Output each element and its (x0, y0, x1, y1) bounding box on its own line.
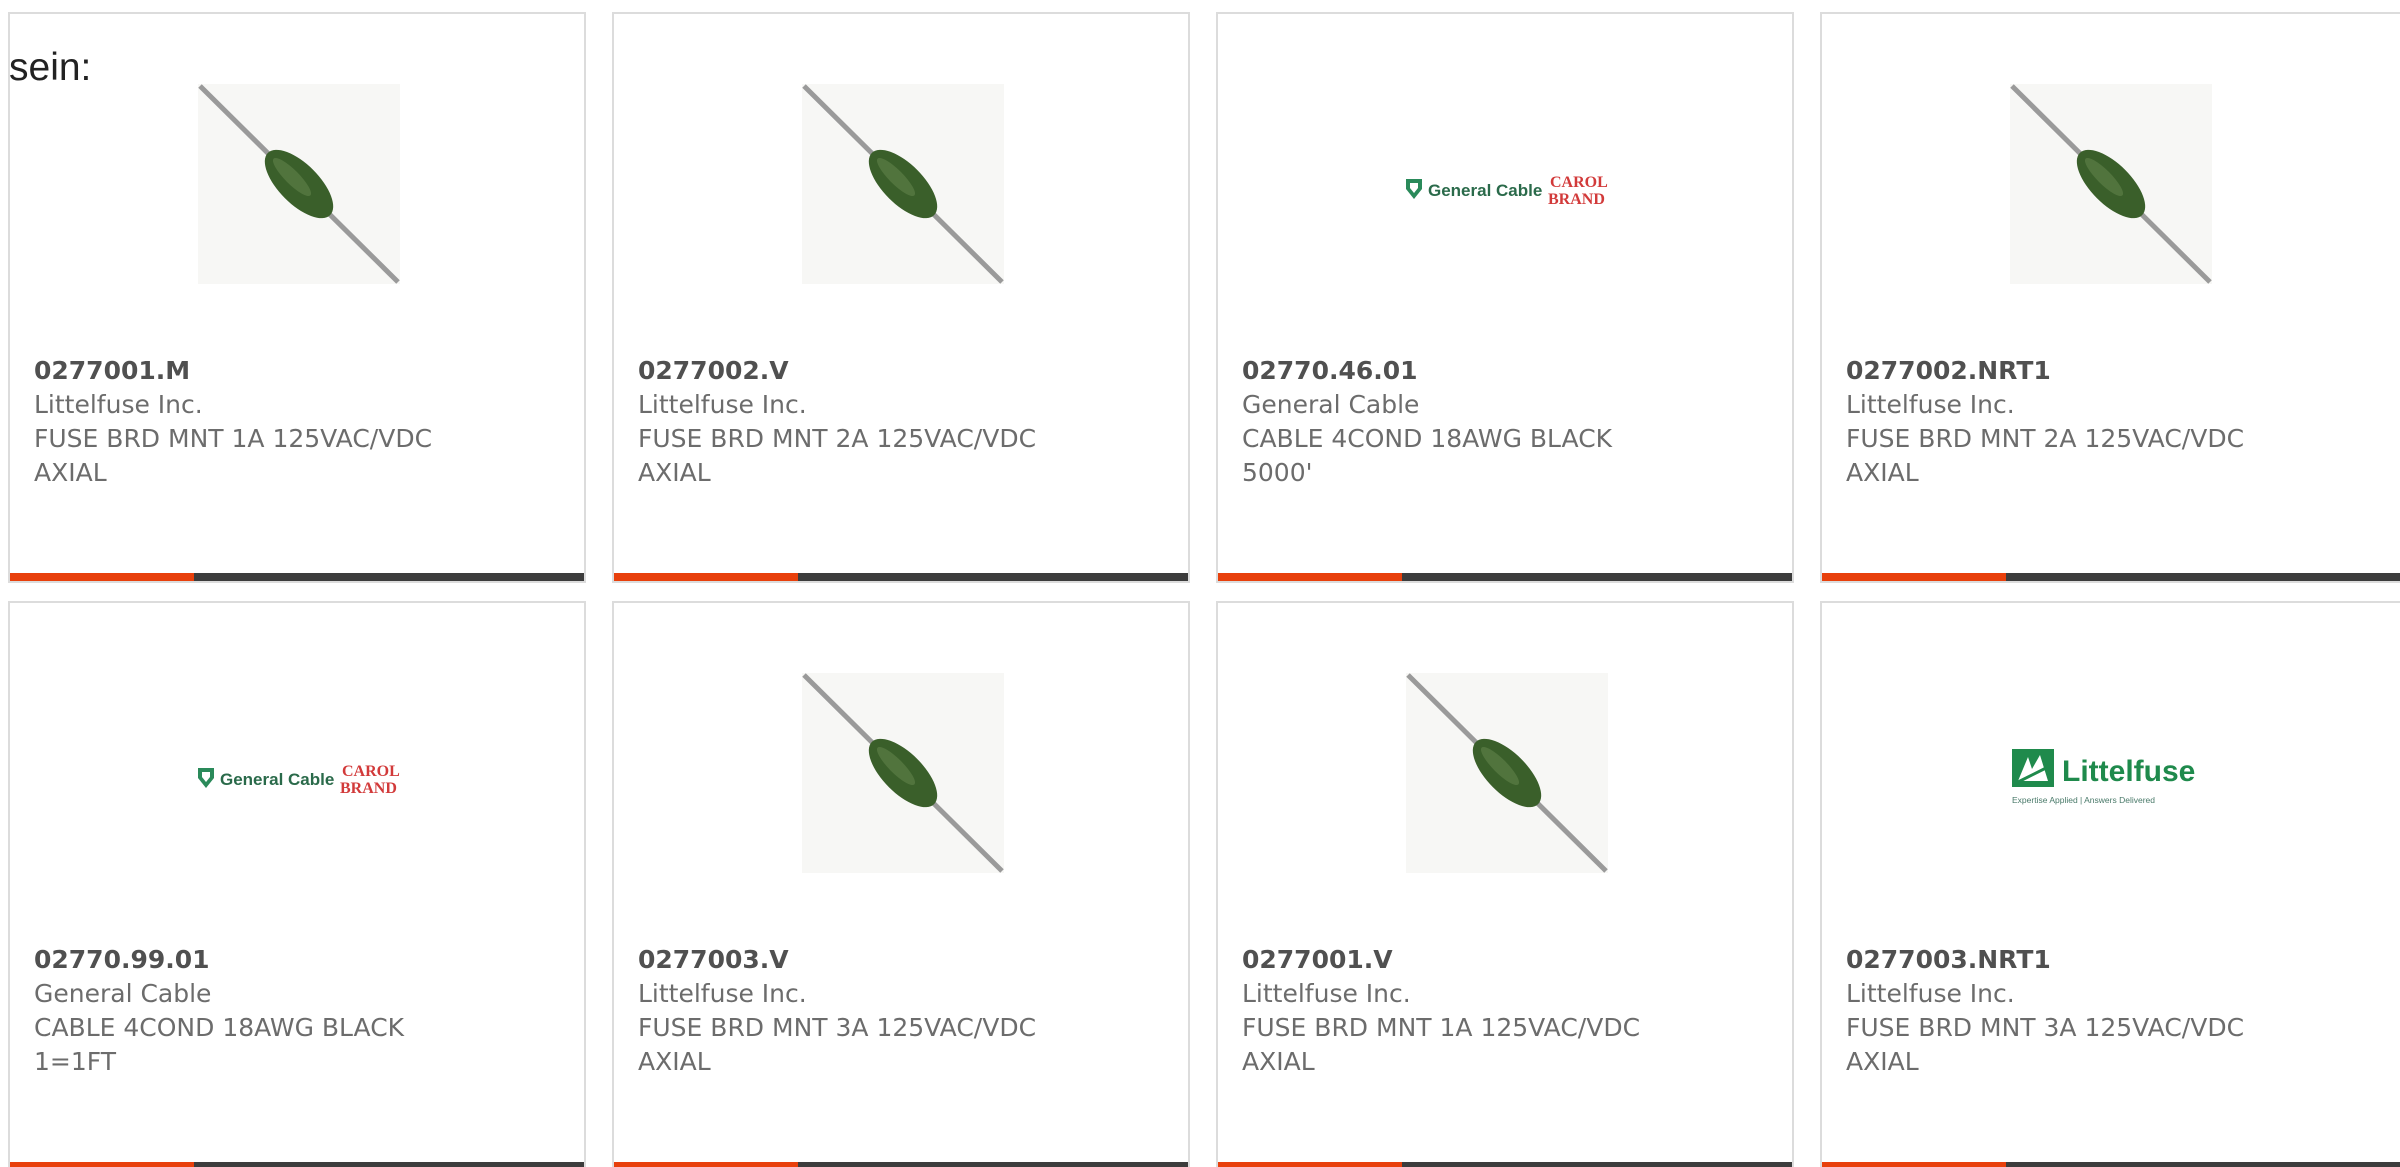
product-card[interactable]: General Cable CAROL BRAND 02770.46.01 Ge… (1216, 12, 1794, 583)
general-cable-logo-text: General Cable (1428, 181, 1542, 200)
product-card[interactable]: 0277002.V Littelfuse Inc. FUSE BRD MNT 2… (612, 12, 1190, 583)
card-bottom-bar (1822, 1162, 2400, 1167)
description: FUSE BRD MNT 2A 125VAC/VDC AXIAL (1846, 424, 2245, 487)
product-card[interactable]: 0277001.V Littelfuse Inc. FUSE BRD MNT 1… (1216, 601, 1794, 1167)
product-grid-page: sein: 0277001.M Littelfuse Inc. FUSE BRD… (0, 0, 2400, 1167)
littelfuse-logo-icon: Littelfuse Expertise Applied | Answers D… (2012, 749, 2195, 805)
general-cable-logo-icon: General Cable CAROL BRAND (198, 763, 400, 797)
card-bottom-bar (1218, 1162, 1792, 1167)
card-bottom-bar (614, 573, 1188, 581)
manufacturer: General Cable (1242, 390, 1420, 419)
carol-logo-text: CAROL (342, 763, 400, 780)
part-number[interactable]: 0277002.NRT1 (1846, 354, 2376, 388)
product-grid: 0277001.M Littelfuse Inc. FUSE BRD MNT 1… (0, 0, 2400, 1167)
manufacturer: Littelfuse Inc. (1846, 390, 2015, 419)
littelfuse-logo-text: Littelfuse (2062, 755, 2195, 788)
part-number[interactable]: 02770.46.01 (1242, 354, 1768, 388)
description: FUSE BRD MNT 2A 125VAC/VDC AXIAL (638, 424, 1037, 487)
general-cable-logo-text: General Cable (220, 770, 334, 789)
card-bottom-bar (1218, 573, 1792, 581)
description: FUSE BRD MNT 3A 125VAC/VDC AXIAL (1846, 1013, 2245, 1076)
product-card[interactable]: Littelfuse Expertise Applied | Answers D… (1820, 601, 2400, 1167)
part-number[interactable]: 0277001.V (1242, 943, 1768, 977)
description: CABLE 4COND 18AWG BLACK 1=1FT (34, 1013, 405, 1076)
manufacturer: Littelfuse Inc. (34, 390, 203, 419)
manufacturer: Littelfuse Inc. (638, 979, 807, 1008)
product-image[interactable] (10, 84, 584, 284)
card-bottom-bar (1822, 573, 2400, 581)
product-card[interactable]: 0277002.NRT1 Littelfuse Inc. FUSE BRD MN… (1820, 12, 2400, 583)
manufacturer: Littelfuse Inc. (638, 390, 807, 419)
card-accent-bar (10, 1162, 194, 1167)
littelfuse-tagline: Expertise Applied | Answers Delivered (2012, 795, 2155, 805)
description: FUSE BRD MNT 1A 125VAC/VDC AXIAL (34, 424, 433, 487)
fuse-icon (2010, 84, 2212, 284)
manufacturer: Littelfuse Inc. (1242, 979, 1411, 1008)
card-bottom-bar (10, 1162, 584, 1167)
brand-logo-text: BRAND (340, 780, 397, 797)
carol-logo-text: CAROL (1550, 174, 1608, 191)
card-accent-bar (10, 573, 194, 581)
product-card[interactable]: 0277001.M Littelfuse Inc. FUSE BRD MNT 1… (8, 12, 586, 583)
product-image[interactable]: General Cable CAROL BRAND (10, 673, 584, 873)
product-card[interactable]: General Cable CAROL BRAND 02770.99.01 Ge… (8, 601, 586, 1167)
card-accent-bar (614, 1162, 798, 1167)
product-image[interactable] (1822, 84, 2400, 284)
card-bottom-bar (614, 1162, 1188, 1167)
product-image[interactable] (614, 673, 1188, 873)
part-number[interactable]: 0277001.M (34, 354, 560, 388)
product-image[interactable]: Littelfuse Expertise Applied | Answers D… (1822, 673, 2400, 873)
manufacturer: Littelfuse Inc. (1846, 979, 2015, 1008)
general-cable-logo-icon: General Cable CAROL BRAND (1406, 174, 1608, 208)
product-image[interactable]: General Cable CAROL BRAND (1218, 84, 1792, 284)
card-accent-bar (614, 573, 798, 581)
product-image[interactable] (614, 84, 1188, 284)
product-image[interactable] (1218, 673, 1792, 873)
card-accent-bar (1218, 1162, 1402, 1167)
part-number[interactable]: 0277002.V (638, 354, 1164, 388)
card-accent-bar (1822, 1162, 2006, 1167)
description: CABLE 4COND 18AWG BLACK 5000' (1242, 424, 1613, 487)
fuse-icon (198, 84, 400, 284)
part-number[interactable]: 0277003.NRT1 (1846, 943, 2376, 977)
fuse-icon (1406, 673, 1608, 873)
description: FUSE BRD MNT 1A 125VAC/VDC AXIAL (1242, 1013, 1641, 1076)
part-number[interactable]: 0277003.V (638, 943, 1164, 977)
fuse-icon (802, 673, 1004, 873)
card-accent-bar (1218, 573, 1402, 581)
leading-text: sein: (9, 46, 92, 89)
fuse-icon (802, 84, 1004, 284)
brand-logo-text: BRAND (1548, 191, 1605, 208)
card-bottom-bar (10, 573, 584, 581)
description: FUSE BRD MNT 3A 125VAC/VDC AXIAL (638, 1013, 1037, 1076)
part-number[interactable]: 02770.99.01 (34, 943, 560, 977)
manufacturer: General Cable (34, 979, 212, 1008)
card-accent-bar (1822, 573, 2006, 581)
product-card[interactable]: 0277003.V Littelfuse Inc. FUSE BRD MNT 3… (612, 601, 1190, 1167)
